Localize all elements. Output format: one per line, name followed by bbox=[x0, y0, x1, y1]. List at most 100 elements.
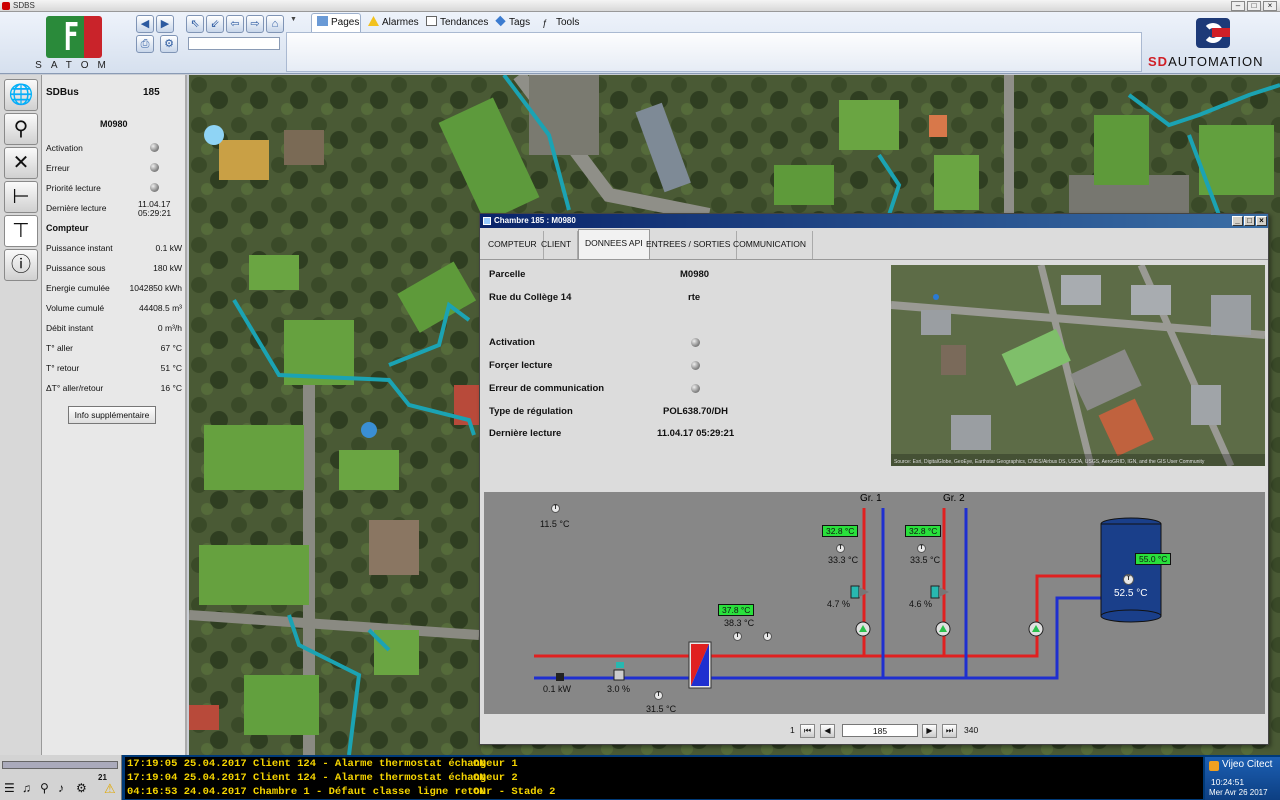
minimize-button[interactable]: – bbox=[1231, 1, 1245, 11]
print-icon[interactable]: ⎙ bbox=[136, 35, 154, 53]
tools-icon[interactable]: ✕ bbox=[4, 147, 38, 179]
dialog-icon bbox=[483, 217, 491, 225]
tab-alarmes[interactable]: Alarmes bbox=[364, 14, 423, 32]
priority-led bbox=[150, 183, 159, 192]
measure-row: Volume cumulé 44408.5 m³ bbox=[46, 303, 182, 313]
warning-icon bbox=[368, 16, 379, 26]
tank-temp: 52.5 °C bbox=[1114, 588, 1148, 599]
last-read-value: 11.04.17 05:29:21 bbox=[657, 428, 735, 439]
power-value: 0.1 kW bbox=[543, 684, 572, 694]
ribbon-panel bbox=[286, 32, 1142, 72]
app-icon bbox=[2, 2, 10, 10]
close-button[interactable]: × bbox=[1263, 1, 1277, 11]
page-number-input[interactable]: 185 bbox=[842, 724, 918, 737]
taskbar-tools: ☰ ♫ ⚲ ♪ ⚙ 21 ⚠ bbox=[0, 755, 122, 800]
valve-icon[interactable]: ⊢ bbox=[4, 181, 38, 213]
tag-icon bbox=[495, 15, 506, 27]
hx-supply-temp-icon: T bbox=[733, 632, 742, 641]
forward-icon[interactable]: ▶ bbox=[156, 15, 174, 33]
measure-row: ΔT° aller/retour 16 °C bbox=[46, 383, 182, 393]
measure-row: Débit instant 0 m³/h bbox=[46, 323, 182, 333]
info-supplementaire-button[interactable]: Info supplémentaire bbox=[68, 406, 156, 424]
tab-donnees-api[interactable]: DONNEES API bbox=[578, 229, 650, 260]
gr1-valve: 4.7 % bbox=[827, 599, 851, 609]
alarm-banner: 17:19:05 25.04.2017 Client 124 - Alarme … bbox=[125, 757, 1203, 799]
previous-page-button[interactable]: ◀ bbox=[820, 724, 835, 738]
sd-automation-logo bbox=[1196, 18, 1230, 48]
ribbon: SATOM ◀ ▶ ⇖ ⇙ ⇦ ⇨ ⌂ ⎙ ⚙ Pages Alarmes Te… bbox=[0, 12, 1280, 74]
parcelle-label: Parcelle bbox=[489, 269, 526, 280]
back-icon[interactable]: ◀ bbox=[136, 15, 154, 33]
info-icon[interactable]: ⓘ bbox=[4, 249, 38, 281]
alarm-filter-icon[interactable]: ⚲ bbox=[40, 781, 49, 795]
dialog-maximize-button[interactable]: □ bbox=[1244, 216, 1255, 226]
tap-icon[interactable]: ⊤ bbox=[4, 215, 38, 247]
trend-icon bbox=[426, 16, 437, 26]
ribbon-search-input[interactable] bbox=[188, 37, 280, 50]
tab-tendances[interactable]: Tendances bbox=[422, 14, 492, 32]
gr2-valve: 4.6 % bbox=[909, 599, 933, 609]
return-temp-icon: T bbox=[654, 691, 663, 700]
alarm-line[interactable]: 04:16:53 24.04.2017 Chambre 1 - Défaut c… bbox=[127, 786, 555, 798]
dialog-title: Chambre 185 : M0980 bbox=[494, 216, 576, 225]
regulation-value: POL638.70/DH bbox=[663, 406, 728, 417]
alarm-list-icon[interactable]: ☰ bbox=[4, 781, 15, 795]
dialog-titlebar: Chambre 185 : M0980 _ □ × bbox=[480, 214, 1268, 228]
sd-automation-text: SDAUTOMATION bbox=[1148, 54, 1264, 69]
progress-strip bbox=[2, 761, 118, 769]
dialog-close-button[interactable]: × bbox=[1256, 216, 1267, 226]
next-page-button[interactable]: ▶ bbox=[922, 724, 937, 738]
tab-communication[interactable]: COMMUNICATION bbox=[727, 231, 814, 259]
home-icon[interactable]: ⌂ bbox=[266, 15, 284, 33]
warning-icon[interactable]: ⚠ bbox=[104, 781, 116, 797]
error-row: Erreur bbox=[46, 163, 182, 177]
up-left-icon[interactable]: ⇖ bbox=[186, 15, 204, 33]
alarm-line[interactable]: 17:19:05 25.04.2017 Client 124 - Alarme … bbox=[127, 758, 518, 770]
group-2-label: Gr. 2 bbox=[943, 493, 965, 504]
maximize-button[interactable]: □ bbox=[1247, 1, 1261, 11]
tab-tools[interactable]: ƒ Tools bbox=[538, 14, 583, 32]
gr2-temp: 33.5 °C bbox=[910, 555, 941, 565]
erreur-communication-led bbox=[691, 384, 700, 393]
site-photo-image: Source: Esri, DigitalGlobe, GeoEye, Eart… bbox=[891, 265, 1265, 466]
pager-last-number: 340 bbox=[964, 725, 979, 735]
tab-pages[interactable]: Pages bbox=[313, 14, 363, 32]
error-led bbox=[150, 163, 159, 172]
tank-setpoint[interactable]: 55.0 °C bbox=[1135, 553, 1172, 565]
tab-entrees-sorties[interactable]: ENTREES / SORTIES bbox=[640, 231, 738, 259]
vijeo-icon bbox=[1209, 761, 1219, 771]
search-icon[interactable]: ⚲ bbox=[4, 113, 38, 145]
tab-client[interactable]: CLIENT bbox=[535, 231, 579, 259]
measure-row: T° aller 67 °C bbox=[46, 343, 182, 353]
alarm-line[interactable]: 17:19:04 25.04.2017 Client 124 - Alarme … bbox=[127, 772, 518, 784]
photo-caption: Source: Esri, DigitalGlobe, GeoEye, Eart… bbox=[894, 459, 1205, 465]
login-icon[interactable]: ⚙ bbox=[160, 35, 178, 53]
tab-tags[interactable]: Tags bbox=[491, 14, 534, 32]
gr2-setpoint[interactable]: 32.8 °C bbox=[905, 525, 942, 537]
gr1-setpoint[interactable]: 32.8 °C bbox=[822, 525, 859, 537]
parcelle-value: M0980 bbox=[680, 269, 710, 280]
return-temp: 31.5 °C bbox=[646, 704, 677, 714]
tab-divider bbox=[480, 259, 1268, 260]
counter-title: Compteur bbox=[46, 223, 89, 233]
last-page-button[interactable]: ⏭ bbox=[942, 724, 957, 738]
ribbon-collapse-icon[interactable]: ▼ bbox=[290, 16, 297, 23]
dialog-minimize-button[interactable]: _ bbox=[1232, 216, 1243, 226]
window-title: SDBS bbox=[13, 1, 35, 10]
globe-icon[interactable]: 🌐 bbox=[4, 79, 38, 111]
first-page-button[interactable]: ⏮ bbox=[800, 724, 815, 738]
down-left-icon[interactable]: ⇙ bbox=[206, 15, 224, 33]
alarm-silence-icon[interactable]: ♪ bbox=[58, 781, 64, 795]
hx-temp: 38.3 °C bbox=[724, 618, 755, 628]
group-1-label: Gr. 1 bbox=[860, 493, 882, 504]
outside-temp: 11.5 °C bbox=[540, 519, 570, 529]
last-read-label: Dernière lecture bbox=[489, 428, 562, 439]
page-forward-icon[interactable]: ⇨ bbox=[246, 15, 264, 33]
forcer-lecture-led[interactable] bbox=[691, 361, 700, 370]
alarm-ack-icon[interactable]: ♫ bbox=[22, 781, 31, 795]
hx-setpoint[interactable]: 37.8 °C bbox=[718, 604, 755, 616]
page-back-icon[interactable]: ⇦ bbox=[226, 15, 244, 33]
alarm-config-icon[interactable]: ⚙ bbox=[76, 781, 87, 795]
gr2-temp-icon: T bbox=[917, 544, 926, 553]
clock-date: Mer Avr 26 2017 bbox=[1209, 788, 1268, 797]
